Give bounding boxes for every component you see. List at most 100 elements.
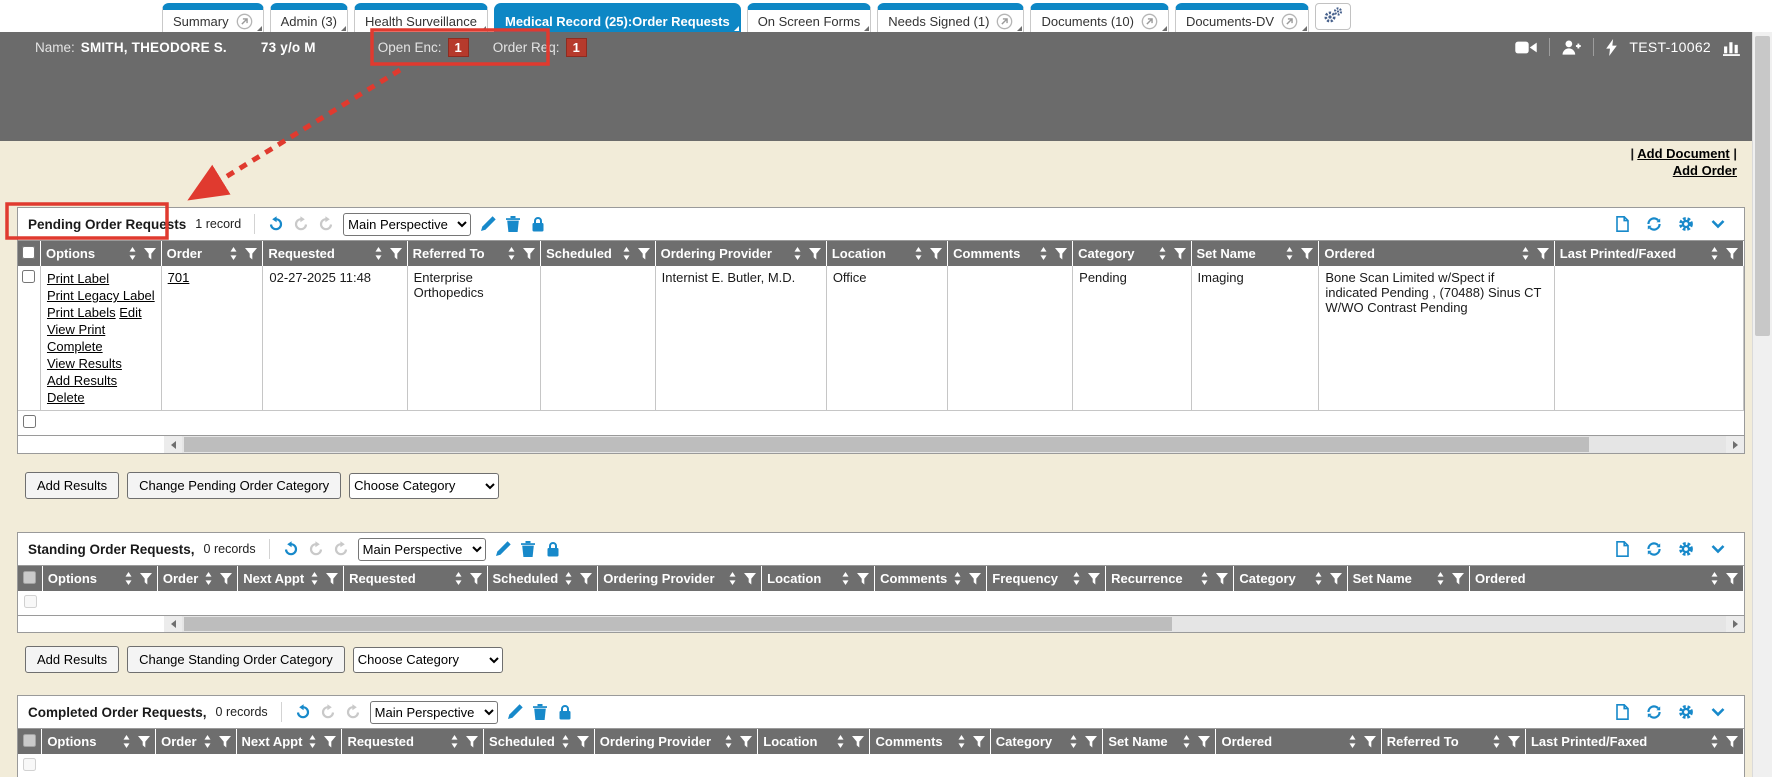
tab-needs-signed[interactable]: Needs Signed (1) [877,3,1024,32]
tab-admin[interactable]: Admin (3) [270,3,348,32]
open-in-new-window-icon[interactable] [236,13,253,30]
complete-link[interactable]: Complete [47,339,103,354]
sort-icon[interactable] [308,735,317,748]
sort-icon[interactable] [953,572,962,585]
column-header-options[interactable]: Options [42,729,156,754]
tab-health-surveillance[interactable]: Health Surveillance [354,3,488,32]
lightning-bolt-icon[interactable] [1606,39,1617,56]
sort-icon[interactable] [507,247,516,260]
scroll-right-arrow[interactable] [1726,616,1744,632]
edit-perspective-pencil-icon[interactable] [507,704,523,720]
add-document-link[interactable]: Add Document [1637,146,1729,161]
sort-icon[interactable] [622,247,631,260]
column-header-category[interactable]: Category [1234,566,1347,591]
sort-icon[interactable] [229,247,238,260]
new-document-icon[interactable] [1614,216,1630,232]
filter-icon[interactable] [390,248,402,260]
filter-icon[interactable] [144,248,156,260]
column-header-scheduled[interactable]: Scheduled [541,241,656,266]
column-header-order[interactable]: Order [156,729,236,754]
sort-icon[interactable] [450,735,459,748]
sort-icon[interactable] [203,735,212,748]
scroll-left-arrow[interactable] [164,436,182,453]
sort-icon[interactable] [1072,572,1081,585]
filter-icon[interactable] [1726,248,1738,260]
column-header-order[interactable]: Order [157,566,237,591]
delete-link[interactable]: Delete [47,390,85,405]
sort-icon[interactable] [128,247,137,260]
scroll-right-arrow[interactable] [1726,436,1744,453]
sort-icon[interactable] [374,247,383,260]
column-header-comments[interactable]: Comments [875,566,987,591]
sort-icon[interactable] [841,572,850,585]
grid-settings-gear-icon[interactable] [1678,541,1694,557]
column-header-set-name[interactable]: Set Name [1103,729,1216,754]
tab-medical-record-order-requests[interactable]: Medical Record (25):Order Requests [494,3,741,32]
lock-perspective-icon[interactable] [557,704,573,720]
sort-icon[interactable] [1200,572,1209,585]
undo-icon[interactable] [283,541,299,557]
add-results-button[interactable]: Add Results [25,472,119,499]
filter-icon[interactable] [1726,573,1738,585]
tab-on-screen-forms[interactable]: On Screen Forms [747,3,872,32]
sort-icon[interactable] [204,572,213,585]
column-header-next-appt[interactable]: Next Appt [238,566,344,591]
filter-icon[interactable] [140,573,152,585]
sort-icon[interactable] [561,735,570,748]
column-header-requested[interactable]: Requested [344,566,487,591]
perspective-select[interactable]: Main Perspective [358,538,486,561]
tab-settings-button[interactable] [1315,3,1351,30]
filter-icon[interactable] [219,736,231,748]
column-header-requested[interactable]: Requested [263,241,407,266]
sort-icon[interactable] [914,247,923,260]
column-header-requested[interactable]: Requested [342,729,484,754]
sort-icon[interactable] [1314,572,1323,585]
column-header-options[interactable]: Options [40,241,161,266]
edit-perspective-pencil-icon[interactable] [480,216,496,232]
column-header-frequency[interactable]: Frequency [987,566,1106,591]
filter-icon[interactable] [1174,248,1186,260]
change-pending-order-category-button[interactable]: Change Pending Order Category [127,472,341,499]
sort-icon[interactable] [728,572,737,585]
tab-documents-dv[interactable]: Documents-DV [1175,3,1309,32]
filter-icon[interactable] [1085,736,1097,748]
scrollbar-thumb[interactable] [1755,36,1770,336]
new-document-icon[interactable] [1614,704,1630,720]
collapse-section-chevron-icon[interactable] [1710,704,1726,720]
column-header-ordering-provider[interactable]: Ordering Provider [598,566,762,591]
sort-icon[interactable] [1158,247,1167,260]
filter-icon[interactable] [1088,573,1100,585]
sort-icon[interactable] [793,247,802,260]
sort-icon[interactable] [957,735,966,748]
perspective-select[interactable]: Main Perspective [343,213,471,236]
open-in-new-window-icon[interactable] [1281,13,1298,30]
sort-icon[interactable] [1710,247,1719,260]
filter-icon[interactable] [1537,248,1549,260]
collapse-section-chevron-icon[interactable] [1710,216,1726,232]
view-print-link[interactable]: View Print [47,322,105,337]
filter-icon[interactable] [1508,736,1520,748]
vertical-scrollbar[interactable] [1752,32,1772,777]
column-header-ordered[interactable]: Ordered [1469,566,1743,591]
undo-icon[interactable] [295,704,311,720]
row-checkbox[interactable] [23,415,36,428]
sort-icon[interactable] [454,572,463,585]
filter-icon[interactable] [809,248,821,260]
horizontal-scrollbar[interactable] [17,436,1745,454]
column-header-ordered[interactable]: Ordered [1216,729,1381,754]
print-legacy-label-link[interactable]: Print Legacy Label [47,288,155,303]
column-header-location[interactable]: Location [758,729,870,754]
refresh-icon[interactable] [1646,704,1662,720]
sort-icon[interactable] [1348,735,1357,748]
column-header-set-name[interactable]: Set Name [1347,566,1469,591]
grid-settings-gear-icon[interactable] [1678,704,1694,720]
change-standing-order-category-button[interactable]: Change Standing Order Category [127,646,345,673]
column-header-set-name[interactable]: Set Name [1191,241,1319,266]
add-results-button[interactable]: Add Results [25,646,119,673]
choose-category-select[interactable]: Choose Category [353,647,503,673]
sort-icon[interactable] [1710,735,1719,748]
choose-category-select[interactable]: Choose Category [349,473,499,499]
open-enc-badge[interactable]: 1 [448,38,469,57]
column-header-ordering-provider[interactable]: Ordering Provider [655,241,826,266]
column-header-scheduled[interactable]: Scheduled [484,729,595,754]
